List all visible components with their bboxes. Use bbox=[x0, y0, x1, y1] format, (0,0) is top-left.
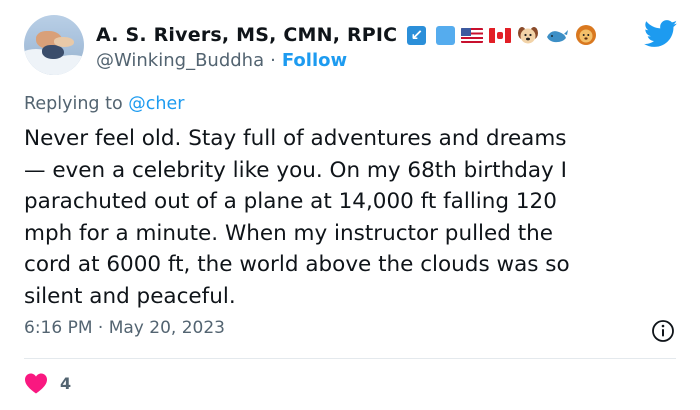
tweet-text: Never feel old. Stay full of adventures … bbox=[24, 126, 570, 309]
user-handle[interactable]: @Winking_Buddha bbox=[96, 50, 264, 71]
separator: · bbox=[270, 50, 276, 71]
tweet-timestamp[interactable]: 6:16 PM · May 20, 2023 bbox=[24, 318, 225, 338]
display-name[interactable]: A. S. Rivers, MS, CMN, RPIC bbox=[96, 24, 397, 46]
lion-face-icon bbox=[575, 24, 597, 46]
like-count[interactable]: 4 bbox=[60, 374, 71, 393]
blue-square-icon bbox=[436, 25, 456, 45]
info-icon[interactable] bbox=[651, 319, 675, 343]
whale-icon bbox=[545, 25, 569, 45]
twitter-bird-icon[interactable] bbox=[644, 20, 678, 48]
dog-face-icon bbox=[517, 24, 539, 46]
avatar[interactable] bbox=[24, 15, 84, 75]
handle-row: @Winking_Buddha · Follow bbox=[96, 50, 347, 71]
heart-icon[interactable] bbox=[24, 372, 48, 394]
divider bbox=[24, 358, 676, 359]
reply-context: Replying to @cher bbox=[24, 94, 184, 114]
follow-button[interactable]: Follow bbox=[282, 50, 347, 71]
us-flag-icon bbox=[461, 27, 484, 43]
arrow-box-icon: ↙ bbox=[407, 25, 427, 45]
reply-mention[interactable]: @cher bbox=[128, 94, 184, 114]
tweet-card: A. S. Rivers, MS, CMN, RPIC ↙ @Winking_B… bbox=[0, 0, 700, 410]
display-name-row: A. S. Rivers, MS, CMN, RPIC ↙ bbox=[96, 22, 597, 48]
reply-prefix: Replying to bbox=[24, 94, 123, 114]
likes-row: 4 bbox=[24, 372, 71, 394]
canada-flag-icon bbox=[489, 27, 512, 43]
